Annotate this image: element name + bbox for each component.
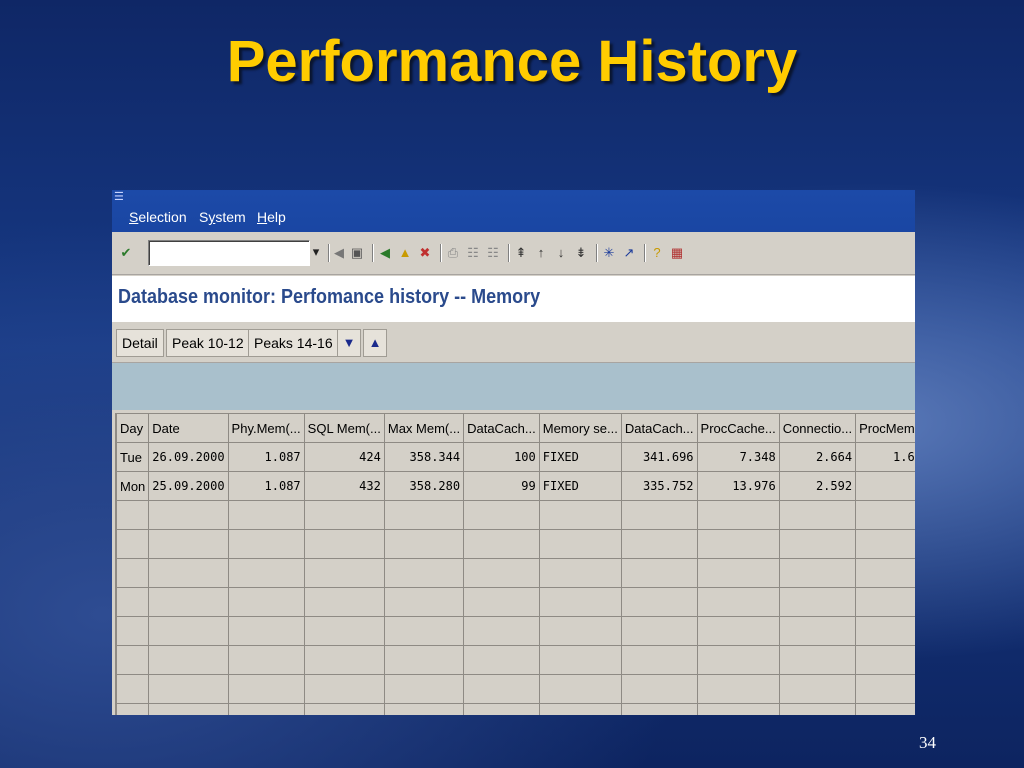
cell-connections: 2.664 [778, 442, 857, 472]
column-header[interactable]: ProcCache... [696, 413, 780, 443]
system-menu-icon[interactable]: ☰ [114, 190, 124, 203]
empty-row [115, 616, 915, 646]
cell-phy-mem: 1.087 [227, 442, 305, 472]
menu-system[interactable]: System [199, 209, 246, 225]
column-header[interactable]: Date [148, 413, 229, 443]
empty-row [115, 529, 915, 559]
menu-help[interactable]: Help [257, 209, 286, 225]
column-header[interactable]: Memory se... [538, 413, 622, 443]
detail-button[interactable]: Detail [116, 329, 164, 357]
command-history-icon[interactable]: ▾ [310, 240, 322, 264]
empty-row [115, 645, 915, 675]
column-header[interactable]: DataCach... [620, 413, 698, 443]
cell-date: 26.09.2000 [148, 442, 229, 472]
column-header[interactable]: Phy.Mem(... [227, 413, 305, 443]
back-arrow-icon[interactable]: ◀ [330, 244, 348, 262]
print-list-icon[interactable]: ▲ [363, 329, 387, 357]
column-header[interactable]: Connectio... [778, 413, 857, 443]
first-page-icon[interactable]: ⇞ [512, 244, 530, 262]
cell-day: Tue [115, 442, 150, 472]
layout-menu-icon[interactable]: ▦ [668, 244, 686, 262]
column-header[interactable]: ProcMem [855, 413, 915, 443]
info-band [112, 363, 915, 410]
grid-area: Day Date Phy.Mem(... SQL Mem(... Max Mem… [112, 410, 915, 715]
cell-data-cache-hit: 100 [463, 442, 540, 472]
empty-row [115, 558, 915, 588]
previous-page-icon[interactable]: ↑ [532, 244, 550, 262]
empty-row [115, 703, 915, 715]
empty-row [115, 587, 915, 617]
screen-title-bar: Database monitor: Perfomance history -- … [112, 276, 915, 322]
cell-sql-mem: 432 [303, 471, 385, 501]
command-field[interactable] [148, 240, 310, 266]
column-header[interactable]: DataCach... [463, 413, 540, 443]
application-toolbar: Detail Peak 10-12 Peaks 14-16 ▼ ▲ [112, 322, 915, 363]
column-header[interactable]: Day [115, 413, 150, 443]
cell-memory-setting: FIXED [538, 442, 622, 472]
save-icon[interactable]: ▣ [348, 244, 366, 262]
cell-data-cache: 341.696 [620, 442, 698, 472]
find-icon[interactable]: ☷ [464, 244, 482, 262]
menu-selection[interactable]: Selection [129, 209, 187, 225]
print-icon[interactable]: ⎙ [444, 244, 462, 262]
shortcut-icon[interactable]: ↗ [620, 244, 638, 262]
cell-max-mem: 358.344 [383, 442, 465, 472]
find-next-icon[interactable]: ☷ [484, 244, 502, 262]
screen-title: Database monitor: Perfomance history -- … [118, 286, 541, 308]
cell-proc-mem [855, 471, 915, 501]
sap-window: ☰ Selection System Help ✔ ▾ ◀ ▣ ◀ ▲ ✖ ⎙ … [112, 190, 915, 715]
empty-row [115, 674, 915, 704]
table-header-row: Day Date Phy.Mem(... SQL Mem(... Max Mem… [115, 413, 915, 443]
back-icon[interactable]: ◀ [376, 244, 394, 262]
cell-memory-setting: FIXED [538, 471, 622, 501]
standard-toolbar: ✔ ▾ ◀ ▣ ◀ ▲ ✖ ⎙ ☷ ☷ ⇞ ↑ ↓ ⇟ ✳ ↗ ? ▦ [112, 232, 915, 275]
cell-data-cache-hit: 99 [463, 471, 540, 501]
cell-data-cache: 335.752 [620, 471, 698, 501]
next-page-icon[interactable]: ↓ [552, 244, 570, 262]
cell-phy-mem: 1.087 [227, 471, 305, 501]
cell-sql-mem: 424 [303, 442, 385, 472]
column-header[interactable]: SQL Mem(... [303, 413, 385, 443]
cell-proc-cache: 7.348 [696, 442, 780, 472]
slide-title: Performance History [226, 29, 798, 94]
slide-number: 34 [919, 733, 936, 752]
cell-connections: 2.592 [778, 471, 857, 501]
table-row[interactable]: Tue 26.09.2000 1.087 424 358.344 100 FIX… [115, 442, 915, 472]
create-session-icon[interactable]: ✳ [600, 244, 618, 262]
cell-proc-cache: 13.976 [696, 471, 780, 501]
cell-proc-mem: 1.6 [855, 442, 915, 472]
cell-day: Mon [115, 471, 150, 501]
performance-table: Day Date Phy.Mem(... SQL Mem(... Max Mem… [115, 413, 915, 715]
empty-row [115, 500, 915, 530]
filter-icon[interactable]: ▼ [337, 329, 361, 357]
peaks-14-16-button[interactable]: Peaks 14-16 [248, 329, 339, 357]
cancel-icon[interactable]: ✖ [416, 244, 434, 262]
cell-max-mem: 358.280 [383, 471, 465, 501]
enter-icon[interactable]: ✔ [117, 244, 135, 262]
cell-date: 25.09.2000 [148, 471, 229, 501]
column-header[interactable]: Max Mem(... [383, 413, 465, 443]
menu-bar: ☰ Selection System Help [112, 190, 915, 232]
exit-icon[interactable]: ▲ [396, 244, 414, 262]
help-icon[interactable]: ? [648, 244, 666, 262]
last-page-icon[interactable]: ⇟ [572, 244, 590, 262]
peak-10-12-button[interactable]: Peak 10-12 [166, 329, 250, 357]
table-row[interactable]: Mon 25.09.2000 1.087 432 358.280 99 FIXE… [115, 471, 915, 501]
